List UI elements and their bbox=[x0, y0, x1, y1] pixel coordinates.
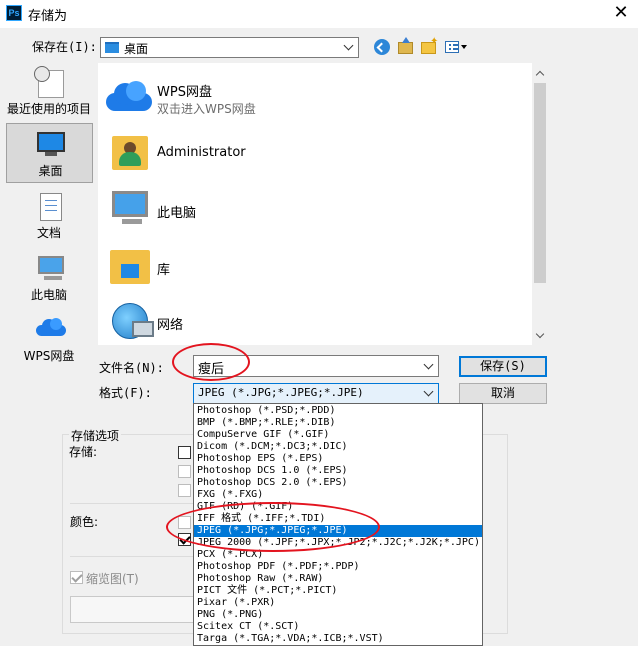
store-option-checkbox bbox=[178, 465, 191, 478]
color-label: 颜色: bbox=[70, 515, 99, 529]
divider bbox=[70, 503, 195, 504]
list-item[interactable]: WPS网盘 双击进入WPS网盘 bbox=[106, 73, 526, 121]
chevron-down-icon bbox=[423, 386, 435, 398]
computer-icon bbox=[112, 191, 148, 217]
desktop-folder-icon bbox=[105, 42, 119, 53]
save-in-combo[interactable]: 桌面 bbox=[100, 37, 359, 58]
view-grid-icon bbox=[445, 41, 459, 53]
user-folder-icon bbox=[112, 136, 148, 170]
up-arrow-icon bbox=[402, 37, 410, 43]
format-option[interactable]: PNG (*.PNG) bbox=[194, 609, 482, 621]
photoshop-app-icon: Ps bbox=[6, 5, 22, 21]
library-icon bbox=[110, 250, 150, 284]
new-folder-button[interactable]: ✦ bbox=[419, 37, 439, 57]
keyboard-icon bbox=[44, 276, 62, 280]
back-button[interactable] bbox=[372, 37, 392, 57]
documents-icon bbox=[40, 193, 62, 221]
cancel-button[interactable]: 取消 bbox=[459, 383, 547, 404]
format-option[interactable]: Dicom (*.DCM;*.DC3;*.DIC) bbox=[194, 441, 482, 453]
format-option[interactable]: Photoshop EPS (*.EPS) bbox=[194, 453, 482, 465]
place-label: 文档 bbox=[36, 226, 61, 240]
place-documents[interactable]: 文档 bbox=[4, 190, 94, 240]
format-option[interactable]: Scitex CT (*.SCT) bbox=[194, 621, 482, 633]
format-select[interactable]: JPEG (*.JPG;*.JPEG;*.JPE) bbox=[193, 383, 439, 404]
store-label: 存储: bbox=[69, 445, 98, 459]
format-option[interactable]: Photoshop (*.PSD;*.PDD) bbox=[194, 405, 482, 417]
file-subtitle: 双击进入WPS网盘 bbox=[157, 102, 256, 116]
format-option[interactable]: PICT 文件 (*.PCT;*.PICT) bbox=[194, 585, 482, 597]
annotation-ellipse-jpeg bbox=[166, 502, 380, 552]
save-button[interactable]: 保存(S) bbox=[459, 356, 547, 377]
desktop-icon bbox=[37, 132, 65, 152]
divider bbox=[70, 556, 195, 557]
format-option[interactable]: Photoshop PDF (*.PDF;*.PDP) bbox=[194, 561, 482, 573]
place-label: 最近使用的项目 bbox=[6, 102, 91, 116]
clock-icon bbox=[34, 66, 50, 82]
folder-icon bbox=[398, 42, 413, 54]
monitor-base-icon bbox=[122, 219, 142, 224]
place-label: 此电脑 bbox=[30, 288, 67, 302]
format-option[interactable]: Pixar (*.PXR) bbox=[194, 597, 482, 609]
window-title: 存储为 bbox=[28, 9, 68, 24]
place-recent[interactable]: 最近使用的项目 bbox=[4, 66, 94, 118]
place-desktop[interactable]: 桌面 bbox=[6, 123, 93, 183]
thumbnail-checkbox bbox=[70, 571, 83, 584]
save-in-label: 保存在(I): bbox=[32, 40, 97, 54]
list-item[interactable]: 库 bbox=[106, 244, 526, 292]
chevron-down-icon[interactable] bbox=[423, 359, 435, 371]
format-label: 格式(F): bbox=[99, 386, 152, 400]
annotation-ellipse-filename bbox=[172, 343, 250, 381]
close-icon[interactable]: ✕ bbox=[606, 2, 636, 24]
place-label: WPS网盘 bbox=[23, 349, 75, 363]
scroll-up-icon[interactable] bbox=[535, 68, 545, 78]
monitor-stand-icon bbox=[45, 152, 57, 156]
filename-label: 文件名(N): bbox=[99, 361, 164, 375]
format-option[interactable]: Photoshop DCS 1.0 (*.EPS) bbox=[194, 465, 482, 477]
place-label: 桌面 bbox=[38, 164, 63, 178]
up-folder-button[interactable] bbox=[396, 37, 416, 57]
file-name: 此电脑 bbox=[157, 206, 197, 221]
list-item[interactable]: 此电脑 bbox=[106, 187, 526, 235]
file-name: WPS网盘 bbox=[157, 85, 212, 100]
view-menu-button[interactable] bbox=[442, 37, 470, 57]
format-option[interactable]: Photoshop Raw (*.RAW) bbox=[194, 573, 482, 585]
file-name: Administrator bbox=[157, 145, 246, 160]
format-option[interactable]: Photoshop DCS 2.0 (*.EPS) bbox=[194, 477, 482, 489]
scrollbar-thumb[interactable] bbox=[534, 83, 546, 283]
place-wps-cloud[interactable]: WPS网盘 bbox=[4, 312, 94, 364]
scroll-down-icon[interactable] bbox=[535, 331, 545, 341]
format-option[interactable]: PCX (*.PCX) bbox=[194, 549, 482, 561]
thumbnail-label: 缩览图(T) bbox=[86, 572, 139, 586]
chevron-down-icon bbox=[343, 40, 355, 52]
this-pc-icon bbox=[38, 256, 64, 274]
save-options-title: 存储选项 bbox=[69, 427, 122, 444]
store-option-checkbox bbox=[178, 484, 191, 497]
file-list[interactable]: WPS网盘 双击进入WPS网盘 Administrator 此电脑 库 网络 bbox=[98, 63, 548, 345]
caret-down-icon bbox=[461, 45, 467, 49]
format-option[interactable]: Targa (*.TGA;*.VDA;*.ICB;*.VST) bbox=[194, 633, 482, 645]
format-option[interactable]: BMP (*.BMP;*.RLE;*.DIB) bbox=[194, 417, 482, 429]
warning-box bbox=[70, 596, 195, 623]
list-item[interactable]: 网络 bbox=[106, 299, 526, 347]
format-value: JPEG (*.JPG;*.JPEG;*.JPE) bbox=[198, 386, 364, 399]
file-name: 网络 bbox=[157, 318, 184, 333]
place-this-pc[interactable]: 此电脑 bbox=[4, 252, 94, 302]
vertical-scrollbar[interactable] bbox=[532, 63, 548, 345]
format-option[interactable]: CompuServe GIF (*.GIF) bbox=[194, 429, 482, 441]
back-arrow-icon bbox=[374, 39, 390, 55]
store-option-checkbox[interactable] bbox=[178, 446, 191, 459]
title-bar: Ps 存储为 ✕ bbox=[0, 0, 638, 28]
wps-cloud-icon bbox=[106, 81, 152, 111]
file-name: 库 bbox=[157, 263, 171, 278]
network-computer-icon bbox=[132, 321, 154, 337]
list-item[interactable]: Administrator bbox=[106, 130, 526, 178]
format-option[interactable]: FXG (*.FXG) bbox=[194, 489, 482, 501]
wps-cloud-icon bbox=[36, 318, 66, 336]
save-in-value: 桌面 bbox=[124, 42, 149, 56]
sparkle-icon: ✦ bbox=[430, 36, 439, 47]
